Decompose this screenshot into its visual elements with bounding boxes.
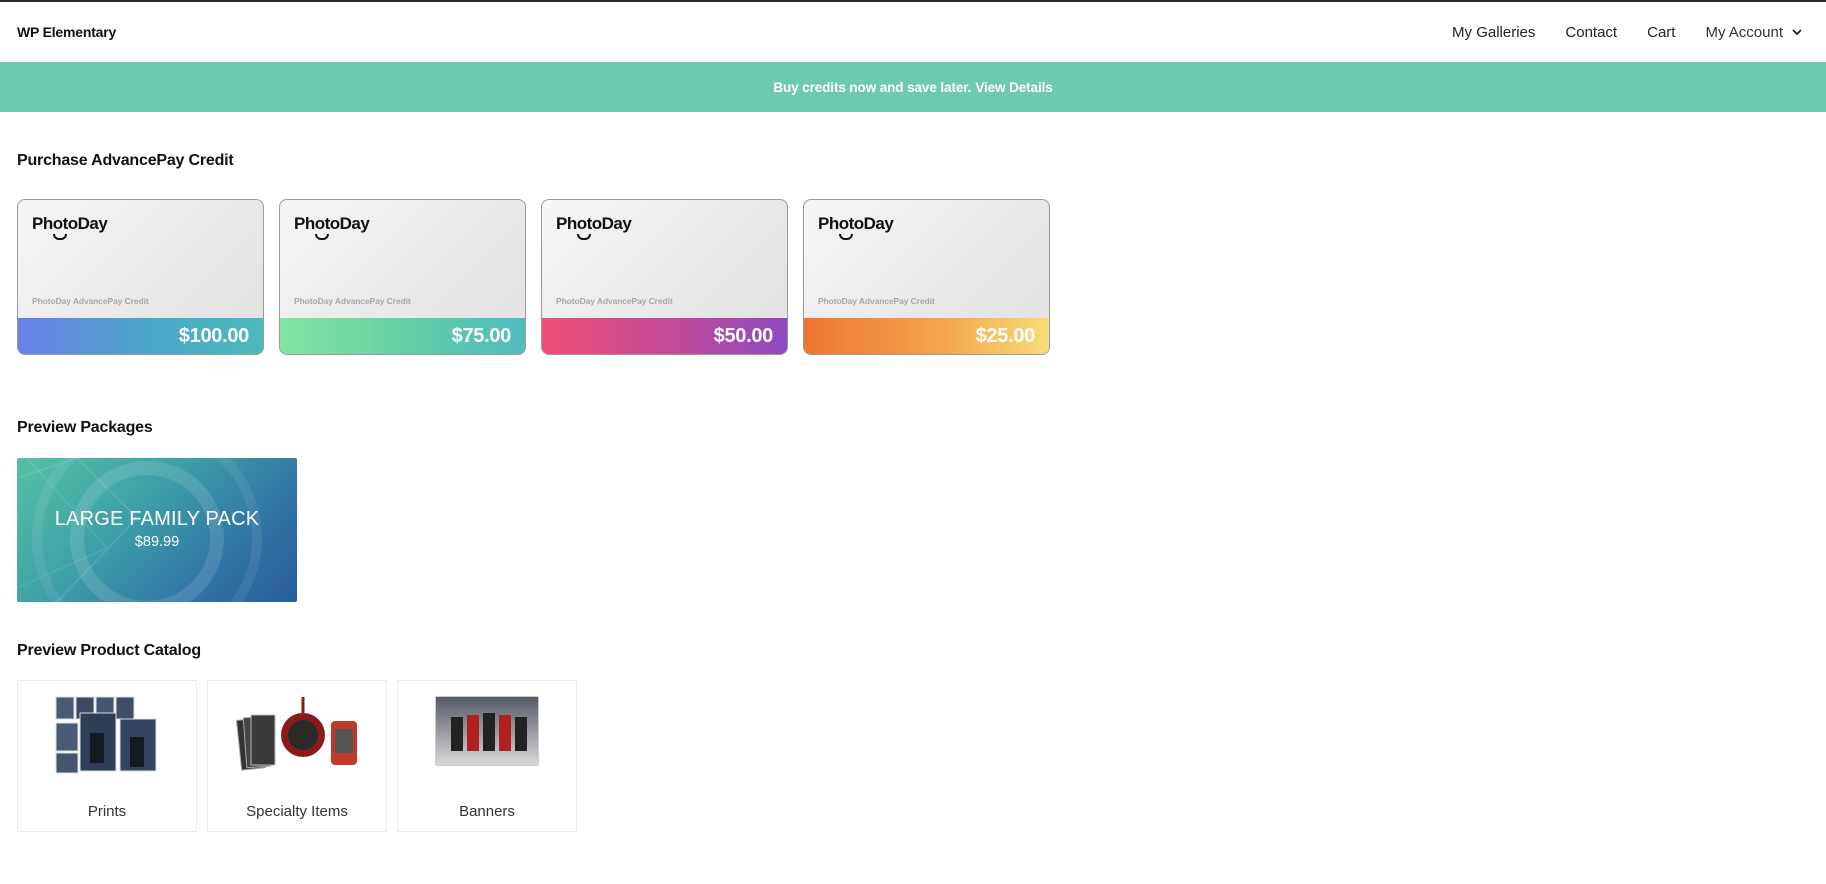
chevron-down-icon bbox=[1792, 29, 1802, 36]
credit-section-title: Purchase AdvancePay Credit bbox=[17, 152, 234, 169]
credit-cards: PhotoDay PhotoDay AdvancePay Credit $100… bbox=[17, 199, 1050, 355]
card-amount: $50.00 bbox=[542, 318, 787, 354]
catalog-item-label: Banners bbox=[459, 803, 515, 820]
credit-card-75[interactable]: PhotoDay PhotoDay AdvancePay Credit $75.… bbox=[279, 199, 526, 355]
catalog-item-banners[interactable]: Banners bbox=[397, 680, 577, 832]
nav-my-account-label: My Account bbox=[1705, 23, 1783, 41]
catalog-section-title: Preview Product Catalog bbox=[17, 642, 201, 659]
photoday-logo: PhotoDay bbox=[818, 214, 894, 233]
nav-my-account[interactable]: My Account bbox=[1705, 24, 1803, 41]
nav-contact[interactable]: Contact bbox=[1565, 24, 1617, 41]
catalog-item-label: Prints bbox=[87, 803, 127, 820]
package-card[interactable]: LARGE FAMILY PACK $89.99 bbox=[17, 458, 297, 602]
photoday-logo: PhotoDay bbox=[556, 214, 632, 233]
card-amount: $25.00 bbox=[804, 318, 1049, 354]
photoday-smile-icon bbox=[577, 234, 591, 240]
specialty-items-thumbnail bbox=[235, 697, 357, 771]
catalog-item-prints[interactable]: Prints bbox=[17, 680, 197, 832]
card-caption: PhotoDay AdvancePay Credit bbox=[32, 296, 149, 306]
card-amount: $100.00 bbox=[18, 318, 263, 354]
prints-thumbnail bbox=[55, 696, 157, 774]
card-caption: PhotoDay AdvancePay Credit bbox=[818, 296, 935, 306]
banners-thumbnail bbox=[435, 696, 539, 766]
photoday-smile-icon bbox=[315, 234, 329, 240]
credit-card-50[interactable]: PhotoDay PhotoDay AdvancePay Credit $50.… bbox=[541, 199, 788, 355]
photoday-smile-icon bbox=[839, 234, 853, 240]
packages-section-title: Preview Packages bbox=[17, 419, 153, 436]
product-catalog: Prints Specialty Items Banners bbox=[17, 680, 577, 832]
card-caption: PhotoDay AdvancePay Credit bbox=[556, 296, 673, 306]
credit-card-25[interactable]: PhotoDay PhotoDay AdvancePay Credit $25.… bbox=[803, 199, 1050, 355]
package-price: $89.99 bbox=[134, 534, 180, 550]
nav-cart[interactable]: Cart bbox=[1647, 24, 1675, 41]
promo-banner: Buy credits now and save later. View Det… bbox=[0, 62, 1826, 112]
catalog-item-label: Specialty Items bbox=[246, 803, 348, 820]
photoday-smile-icon bbox=[53, 234, 67, 240]
photoday-logo: PhotoDay bbox=[294, 214, 370, 233]
promo-banner-text: Buy credits now and save later. bbox=[773, 79, 972, 95]
view-details-link[interactable]: View Details bbox=[975, 80, 1052, 95]
site-header: WP Elementary My Galleries Contact Cart … bbox=[0, 2, 1826, 62]
main-nav: My Galleries Contact Cart My Account bbox=[1452, 24, 1809, 41]
catalog-item-specialty[interactable]: Specialty Items bbox=[207, 680, 387, 832]
credit-card-100[interactable]: PhotoDay PhotoDay AdvancePay Credit $100… bbox=[17, 199, 264, 355]
photoday-logo: PhotoDay bbox=[32, 214, 108, 233]
site-brand[interactable]: WP Elementary bbox=[17, 24, 116, 40]
card-amount: $75.00 bbox=[280, 318, 525, 354]
package-name: LARGE FAMILY PACK bbox=[54, 508, 260, 530]
card-caption: PhotoDay AdvancePay Credit bbox=[294, 296, 411, 306]
nav-my-galleries[interactable]: My Galleries bbox=[1452, 24, 1535, 41]
